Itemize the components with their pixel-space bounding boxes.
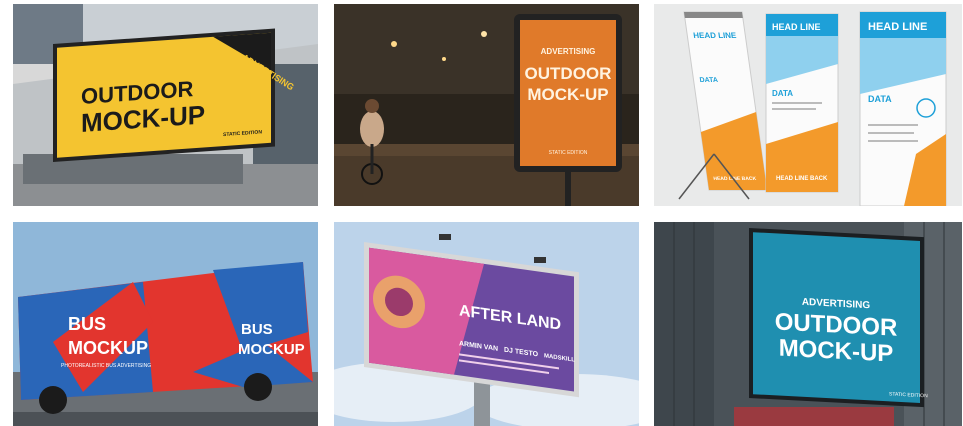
thumbnail-bus-mockup[interactable]: BUS MOCKUP PHOTOREALISTIC BUS ADVERTISIN… <box>13 222 318 426</box>
outdoor-billboard-yellow-image: ADVERTISING OUTDOOR MOCK-UP STATIC EDITI… <box>13 4 318 206</box>
banner2-headline: HEAD LINE <box>772 22 821 32</box>
banner1-data-label: DATA <box>699 77 718 84</box>
bus-mockup-image: BUS MOCKUP PHOTOREALISTIC BUS ADVERTISIN… <box>13 222 318 426</box>
thumbnail-building-billboard-teal[interactable]: ADVERTISING OUTDOOR MOCK-UP STATIC EDITI… <box>654 222 962 426</box>
city-lightbox-orange-image: ADVERTISING OUTDOOR MOCK-UP STATIC EDITI… <box>334 4 639 206</box>
building-billboard-teal-image: ADVERTISING OUTDOOR MOCK-UP STATIC EDITI… <box>654 222 962 426</box>
bus-line1: BUS <box>68 314 106 334</box>
lightbox-orange-line1: OUTDOOR <box>525 64 612 83</box>
bus-line2: MOCKUP <box>68 338 148 358</box>
banner2-footer: HEAD LINE BACK <box>776 176 828 182</box>
bus-back-line1: BUS <box>241 321 273 338</box>
banner3-data-label: DATA <box>868 94 892 104</box>
thumbnail-outdoor-billboard-yellow[interactable]: ADVERTISING OUTDOOR MOCK-UP STATIC EDITI… <box>13 4 318 206</box>
thumbnail-rollup-banners[interactable]: HEAD LINE DATA HEAD LINE BACK HEAD LINE … <box>654 4 962 206</box>
event-billboard-image: AFTER LAND ARMIN VAN DJ TESTO MADSKILL <box>334 222 639 426</box>
lightbox-orange-ad-label: ADVERTISING <box>541 47 596 56</box>
banner3-headline: HEAD LINE <box>868 21 927 33</box>
thumbnail-city-lightbox-orange[interactable]: ADVERTISING OUTDOOR MOCK-UP STATIC EDITI… <box>334 4 639 206</box>
banner1-headline: HEAD LINE <box>693 31 738 40</box>
bus-back-line2: MOCKUP <box>238 341 305 358</box>
lightbox-orange-line2: MOCK-UP <box>527 85 608 104</box>
rollup-banners-image: HEAD LINE DATA HEAD LINE BACK HEAD LINE … <box>654 4 962 206</box>
mockup-gallery-grid: ADVERTISING OUTDOOR MOCK-UP STATIC EDITI… <box>0 0 963 426</box>
banner2-data-label: DATA <box>772 89 793 98</box>
bus-tagline: PHOTOREALISTIC BUS ADVERTISING <box>61 363 151 369</box>
lightbox-orange-edition: STATIC EDITION <box>549 150 588 156</box>
thumbnail-event-billboard[interactable]: AFTER LAND ARMIN VAN DJ TESTO MADSKILL <box>334 222 639 426</box>
